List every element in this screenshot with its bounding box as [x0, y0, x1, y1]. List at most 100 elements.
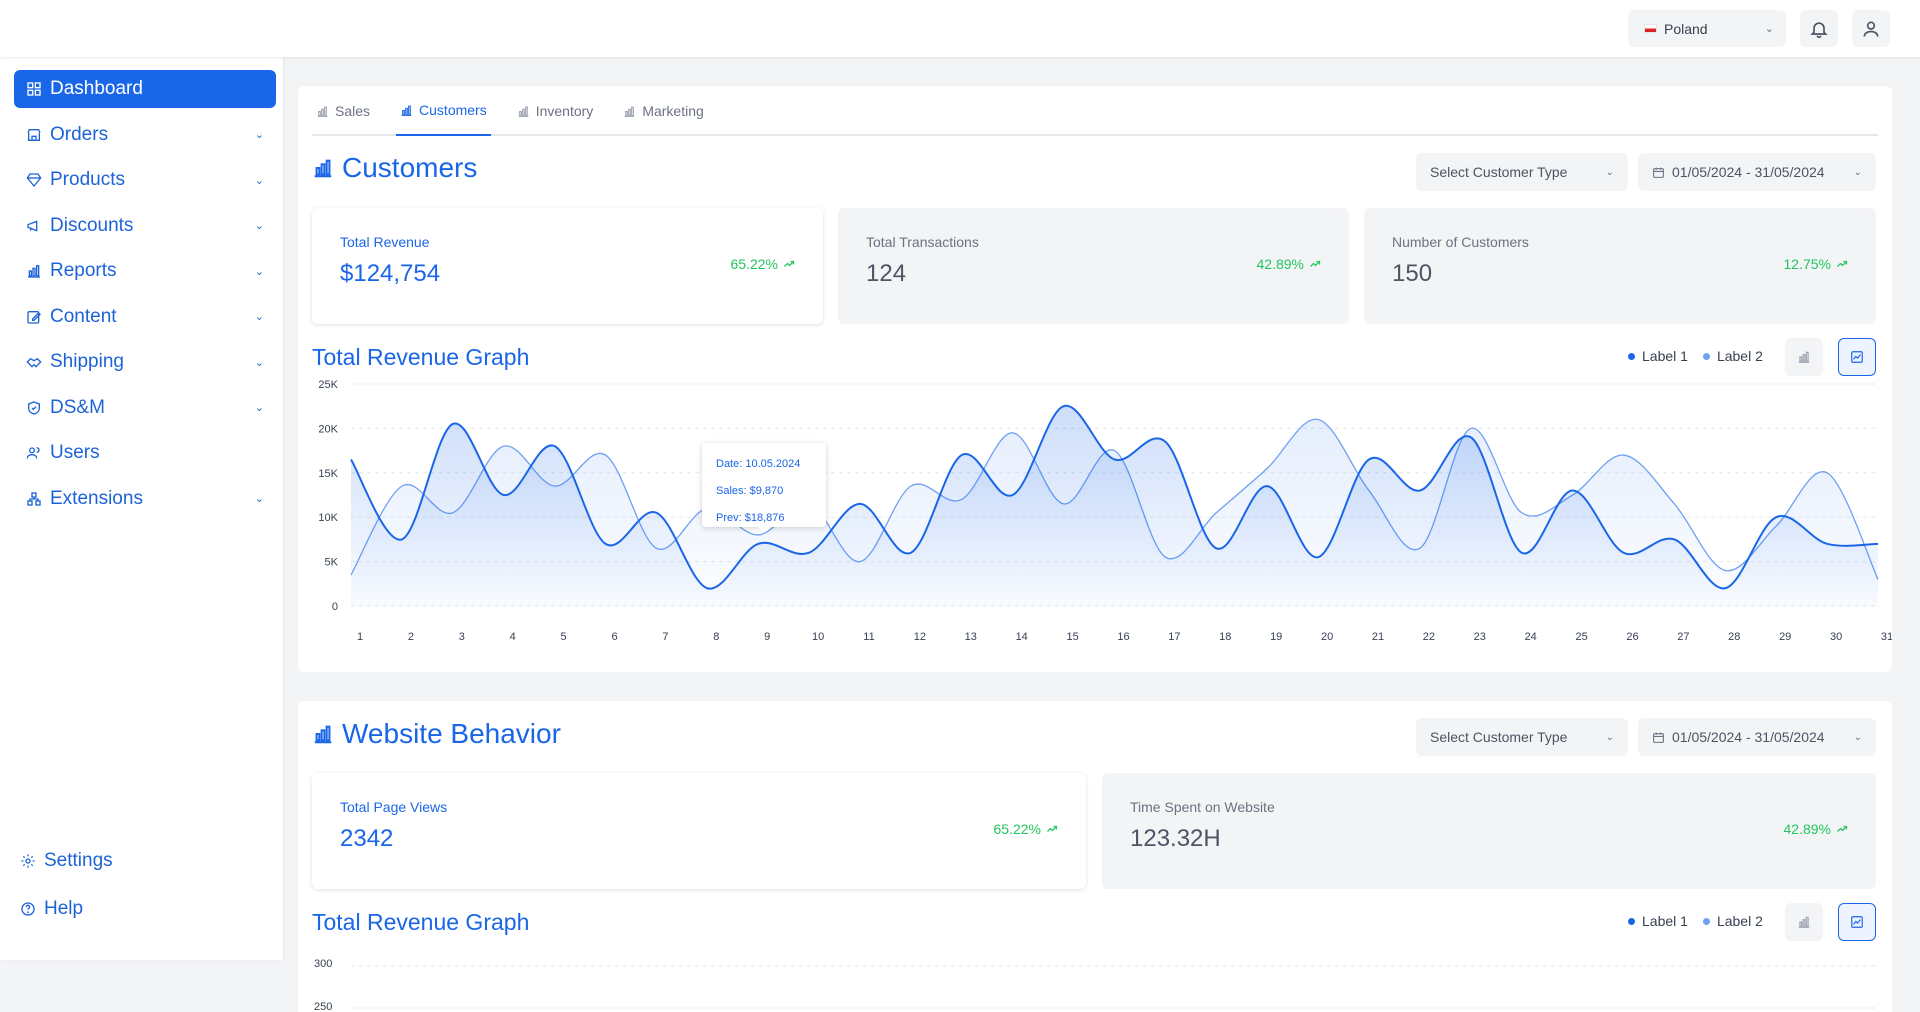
x-tick-label: 24 — [1525, 631, 1537, 643]
customer-type-placeholder: Select Customer Type — [1430, 729, 1568, 745]
bar-chart-icon — [518, 106, 529, 117]
tab-inventory[interactable]: Inventory — [513, 86, 598, 136]
stat-change: 12.75% — [1784, 256, 1848, 272]
sidebar-item-shipping[interactable]: Shipping ⌄ — [14, 343, 276, 381]
tab-sales[interactable]: Sales — [312, 86, 374, 136]
chevron-down-icon[interactable]: ⌄ — [255, 128, 264, 141]
line-chart-icon — [1851, 916, 1863, 928]
x-tick-label: 7 — [662, 631, 668, 643]
line-chart-toggle-button[interactable] — [1838, 903, 1876, 941]
date-range-value: 01/05/2024 - 31/05/2024 — [1672, 729, 1825, 745]
legend-dot — [1628, 917, 1635, 925]
x-tick-label: 10 — [812, 631, 824, 643]
y-tick-label: 15K — [318, 468, 338, 480]
tab-bar: Sales Customers Inventory Marketing — [312, 86, 1878, 136]
sidebar-item-content[interactable]: Content ⌄ — [14, 298, 276, 336]
x-tick-label: 19 — [1270, 631, 1282, 643]
x-tick-label: 16 — [1117, 631, 1129, 643]
stat-value: 123.32H — [1130, 825, 1221, 852]
legend-item[interactable]: Label 1 — [1628, 348, 1688, 364]
x-tick-label: 18 — [1219, 631, 1231, 643]
x-tick-label: 22 — [1423, 631, 1435, 643]
legend-label: Label 1 — [1642, 348, 1688, 364]
stat-label: Total Page Views — [340, 799, 448, 815]
bar-chart-icon — [314, 159, 332, 178]
sidebar-item-dashboard[interactable]: Dashboard — [14, 70, 276, 108]
stat-value: 124 — [866, 260, 907, 287]
extensions-icon — [27, 491, 41, 506]
customer-type-select[interactable]: Select Customer Type ⌄ — [1416, 718, 1628, 756]
sidebar-item-users[interactable]: Users — [14, 434, 276, 472]
sidebar-item-discounts[interactable]: Discounts ⌄ — [14, 207, 276, 245]
diamond-icon — [26, 173, 42, 188]
bar-chart-toggle-button[interactable] — [1785, 338, 1823, 376]
chevron-down-icon[interactable]: ⌄ — [255, 356, 264, 369]
tooltip-date: Date: 10.05.2024 — [716, 458, 801, 470]
sidebar-item-label: Orders — [50, 123, 109, 145]
sidebar-item-reports[interactable]: Reports ⌄ — [14, 252, 276, 290]
stat-change-value: 12.75% — [1783, 256, 1831, 272]
bar-chart-toggle-button[interactable] — [1785, 903, 1823, 941]
country-selector[interactable]: Poland ⌄ — [1628, 10, 1786, 47]
y-tick-label: 20K — [318, 423, 338, 435]
stat-change-value: 65.22% — [993, 821, 1041, 837]
x-tick-label: 29 — [1779, 631, 1791, 643]
x-tick-label: 5 — [561, 631, 567, 643]
chevron-down-icon: ⌄ — [1853, 731, 1862, 743]
bar-chart-icon — [401, 105, 412, 116]
date-range-value: 01/05/2024 - 31/05/2024 — [1672, 164, 1825, 180]
customers-card: Sales Customers Inventory Marketing Custome… — [298, 86, 1892, 672]
sidebar-item-products[interactable]: Products ⌄ — [14, 161, 276, 199]
legend-item[interactable]: Label 2 — [1702, 348, 1763, 364]
legend-item[interactable]: Label 2 — [1702, 913, 1763, 929]
sidebar-item-ds-m[interactable]: DS&M ⌄ — [14, 389, 276, 427]
chevron-down-icon[interactable]: ⌄ — [255, 174, 264, 187]
chart-legend: Label 1 Label 2 — [1628, 348, 1778, 364]
line-chart-toggle-button[interactable] — [1838, 338, 1876, 376]
user-icon — [1863, 21, 1879, 37]
sidebar-item-label: Users — [50, 442, 100, 463]
tab-marketing[interactable]: Marketing — [619, 86, 707, 136]
sidebar-item-orders[interactable]: Orders ⌄ — [14, 116, 276, 154]
x-tick-label: 28 — [1728, 631, 1740, 643]
settings-label: Settings — [44, 850, 113, 871]
tooltip-sales: Sales: $9,870 — [716, 485, 784, 497]
top-bar: Poland ⌄ — [0, 0, 1920, 57]
store-icon — [27, 128, 41, 141]
stat-label: Total Transactions — [866, 234, 979, 250]
chevron-down-icon[interactable]: ⌄ — [255, 310, 264, 323]
sidebar-item-label: Extensions — [50, 487, 143, 509]
bar-chart-icon — [1798, 351, 1810, 363]
chevron-down-icon[interactable]: ⌄ — [255, 401, 264, 414]
date-range-select[interactable]: 01/05/2024 - 31/05/2024 ⌄ — [1638, 718, 1876, 756]
sidebar-item-extensions[interactable]: Extensions ⌄ — [14, 480, 276, 518]
bar-chart-icon — [314, 725, 332, 744]
revenue-chart: 05K10K15K20K25K1 2 3 4 5 6 7 8 9 10 11 12 13 14 15 16 17… — [318, 379, 1892, 643]
trend-up-icon — [1837, 260, 1848, 267]
help-icon — [21, 902, 35, 916]
notifications-button[interactable] — [1800, 10, 1838, 47]
bar-chart-icon — [317, 106, 328, 117]
bar-chart-icon — [1798, 916, 1810, 928]
date-range-select[interactable]: 01/05/2024 - 31/05/2024 ⌄ — [1638, 153, 1876, 191]
stat-card-number-of-customers: Number of Customers 150 12.75% — [1364, 208, 1876, 324]
sidebar-item-label: Products — [50, 169, 125, 190]
help-link[interactable]: Help — [20, 898, 83, 920]
tab-label: Marketing — [642, 103, 704, 119]
tab-customers[interactable]: Customers — [396, 86, 491, 136]
edit-icon — [27, 310, 41, 324]
trend-up-icon — [1837, 825, 1848, 832]
x-tick-label: 12 — [914, 631, 926, 643]
x-tick-label: 26 — [1626, 631, 1638, 643]
user-menu-button[interactable] — [1852, 10, 1890, 47]
chevron-down-icon[interactable]: ⌄ — [255, 219, 264, 232]
chevron-down-icon[interactable]: ⌄ — [255, 492, 264, 505]
legend-item[interactable]: Label 1 — [1628, 913, 1688, 929]
settings-link[interactable]: Settings — [20, 850, 113, 872]
y-tick-label: 0 — [332, 601, 338, 613]
chevron-down-icon[interactable]: ⌄ — [255, 265, 264, 278]
bar-chart-icon — [28, 265, 40, 278]
customer-type-select[interactable]: Select Customer Type ⌄ — [1416, 153, 1628, 191]
x-tick-label: 31 — [1881, 631, 1892, 643]
legend-label: Label 2 — [1716, 913, 1763, 929]
